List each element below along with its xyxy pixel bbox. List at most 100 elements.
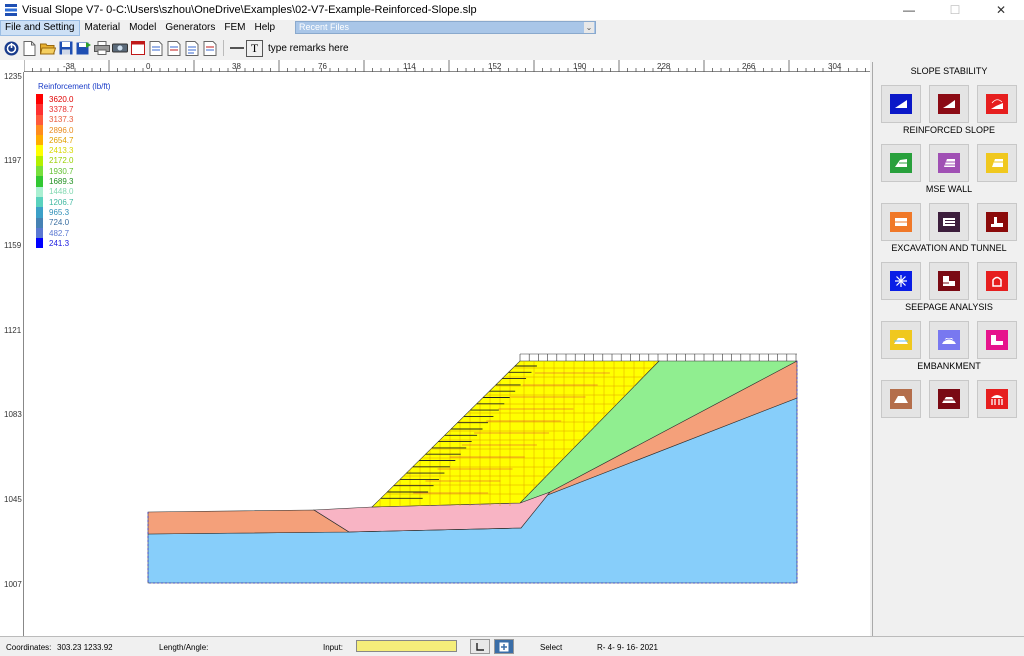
seepage-2-icon (938, 330, 960, 350)
reinforced-slope-3-button[interactable] (977, 144, 1017, 182)
print-icon[interactable] (93, 40, 110, 57)
legend-value: 3378.7 (49, 104, 74, 114)
embankment-2-button[interactable] (929, 380, 969, 418)
save-as-icon[interactable] (75, 40, 92, 57)
menu-help[interactable]: Help (250, 21, 279, 35)
legend-item: 965.3 (36, 207, 110, 218)
save-icon[interactable] (57, 40, 74, 57)
legend-value: 1448.0 (49, 187, 74, 197)
text-tool-label: T (250, 40, 259, 55)
line-tool-icon[interactable] (228, 40, 245, 57)
recent-files-dropdown[interactable]: Recent Files ⌄ (295, 21, 596, 34)
coordinates-label: Coordinates: (6, 643, 52, 652)
close-button[interactable]: ✕ (978, 0, 1024, 20)
seepage-3-icon (986, 330, 1008, 350)
reinforced-slope-2-button[interactable] (929, 144, 969, 182)
open-folder-icon[interactable] (39, 40, 56, 57)
corner-icon[interactable] (470, 639, 490, 654)
legend-value: 2413.3 (49, 146, 74, 156)
minimize-button[interactable]: — (886, 0, 932, 20)
legend-item: 1689.3 (36, 176, 110, 187)
top-ruler: -38 0 38 76 114 152 190 228 266 304 (24, 60, 870, 72)
excavation-1-button[interactable] (881, 262, 921, 300)
menu-model[interactable]: Model (125, 21, 160, 35)
legend-value: 482.7 (49, 228, 70, 238)
title-bar: Visual Slope V7- 0-C:\Users\szhou\OneDri… (0, 0, 1024, 20)
panel-section: SLOPE STABILITY (873, 66, 1024, 123)
mse-wall-1-button[interactable] (881, 203, 921, 241)
report-4-icon[interactable] (201, 40, 218, 57)
menu-generators[interactable]: Generators (161, 21, 219, 35)
menu-material[interactable]: Material (81, 21, 125, 35)
excavation-2-button[interactable] (929, 262, 969, 300)
legend-item: 2654.7 (36, 135, 110, 146)
legend-item: 3137.3 (36, 114, 110, 125)
new-file-icon[interactable] (21, 40, 38, 57)
section-title: REINFORCED SLOPE (902, 125, 996, 135)
seepage-1-button[interactable] (881, 321, 921, 359)
legend-swatch (36, 135, 43, 146)
window-title: Visual Slope V7- 0-C:\Users\szhou\OneDri… (22, 4, 477, 16)
legend-value: 1689.3 (49, 177, 74, 187)
legend-swatch (36, 217, 43, 228)
legend-item: 2413.3 (36, 145, 110, 156)
menu-bar: File and Setting Material Model Generato… (0, 20, 1024, 36)
legend-value: 2172.0 (49, 156, 74, 166)
report-3-icon[interactable] (183, 40, 200, 57)
legend-swatch (36, 155, 43, 167)
menu-fem[interactable]: FEM (220, 21, 249, 35)
chevron-down-icon: ⌄ (584, 22, 594, 33)
module-panel: SLOPE STABILITY REINFORCED SLOPE MSE WALL E… (872, 62, 1024, 636)
select-mode-label: Select (540, 643, 563, 652)
seepage-3-button[interactable] (977, 321, 1017, 359)
power-icon[interactable] (3, 40, 20, 57)
left-ruler-label: 1121 (4, 326, 22, 335)
slope-stability-3-button[interactable] (977, 85, 1017, 123)
print-preview-icon[interactable] (111, 40, 128, 57)
input-field[interactable] (356, 640, 457, 652)
legend-title: Reinforcement (lb/ft) (38, 82, 111, 91)
seepage-2-button[interactable] (929, 321, 969, 359)
mse-wall-2-icon (938, 212, 960, 232)
mse-wall-1-icon (890, 212, 912, 232)
text-tool-icon[interactable]: T (246, 39, 263, 57)
embankment-1-button[interactable] (881, 380, 921, 418)
report-1-icon[interactable] (147, 40, 164, 57)
slope-model-svg[interactable] (24, 72, 870, 636)
version-date: R- 4- 9- 16- 2021 (597, 643, 658, 652)
embankment-3-button[interactable] (977, 380, 1017, 418)
excavation-3-button[interactable] (977, 262, 1017, 300)
panel-section: EXCAVATION AND TUNNEL (873, 243, 1024, 300)
input-label: Input: (323, 643, 344, 652)
top-ruler-label: 38 (232, 62, 241, 71)
legend-item: 3620.0 (36, 94, 110, 105)
top-ruler-label: 0 (146, 62, 151, 71)
add-point-icon[interactable] (494, 639, 514, 654)
section-title: EXCAVATION AND TUNNEL (891, 243, 1007, 253)
report-2-icon[interactable] (165, 40, 182, 57)
menu-file-and-setting[interactable]: File and Setting (0, 20, 80, 36)
left-ruler: 1235 1197 1159 1121 1083 1045 1007 (0, 72, 24, 636)
top-ruler-label: 76 (318, 62, 327, 71)
panel-section: EMBANKMENT (873, 361, 1024, 418)
mse-wall-3-icon (986, 212, 1008, 232)
top-ruler-label: -38 (63, 62, 75, 71)
legend-swatch (36, 166, 43, 177)
section-title: MSE WALL (925, 184, 973, 194)
reinforced-slope-1-button[interactable] (881, 144, 921, 182)
mse-wall-3-button[interactable] (977, 203, 1017, 241)
mse-wall-2-button[interactable] (929, 203, 969, 241)
legend-value: 3137.3 (49, 115, 74, 125)
section-title: SLOPE STABILITY (910, 66, 988, 76)
slope-stability-1-button[interactable] (881, 85, 921, 123)
slope-stability-2-button[interactable] (929, 85, 969, 123)
slope-model-drawing[interactable] (24, 72, 870, 636)
left-ruler-label: 1007 (4, 580, 22, 589)
maximize-button[interactable]: ☐ (932, 0, 978, 20)
remarks-field[interactable]: type remarks here (268, 43, 349, 54)
window-icon[interactable] (129, 40, 146, 57)
legend-swatch (36, 238, 43, 249)
legend-item: 241.3 (36, 238, 110, 249)
embankment-3-icon (986, 389, 1008, 409)
embankment-2-icon (938, 389, 960, 409)
